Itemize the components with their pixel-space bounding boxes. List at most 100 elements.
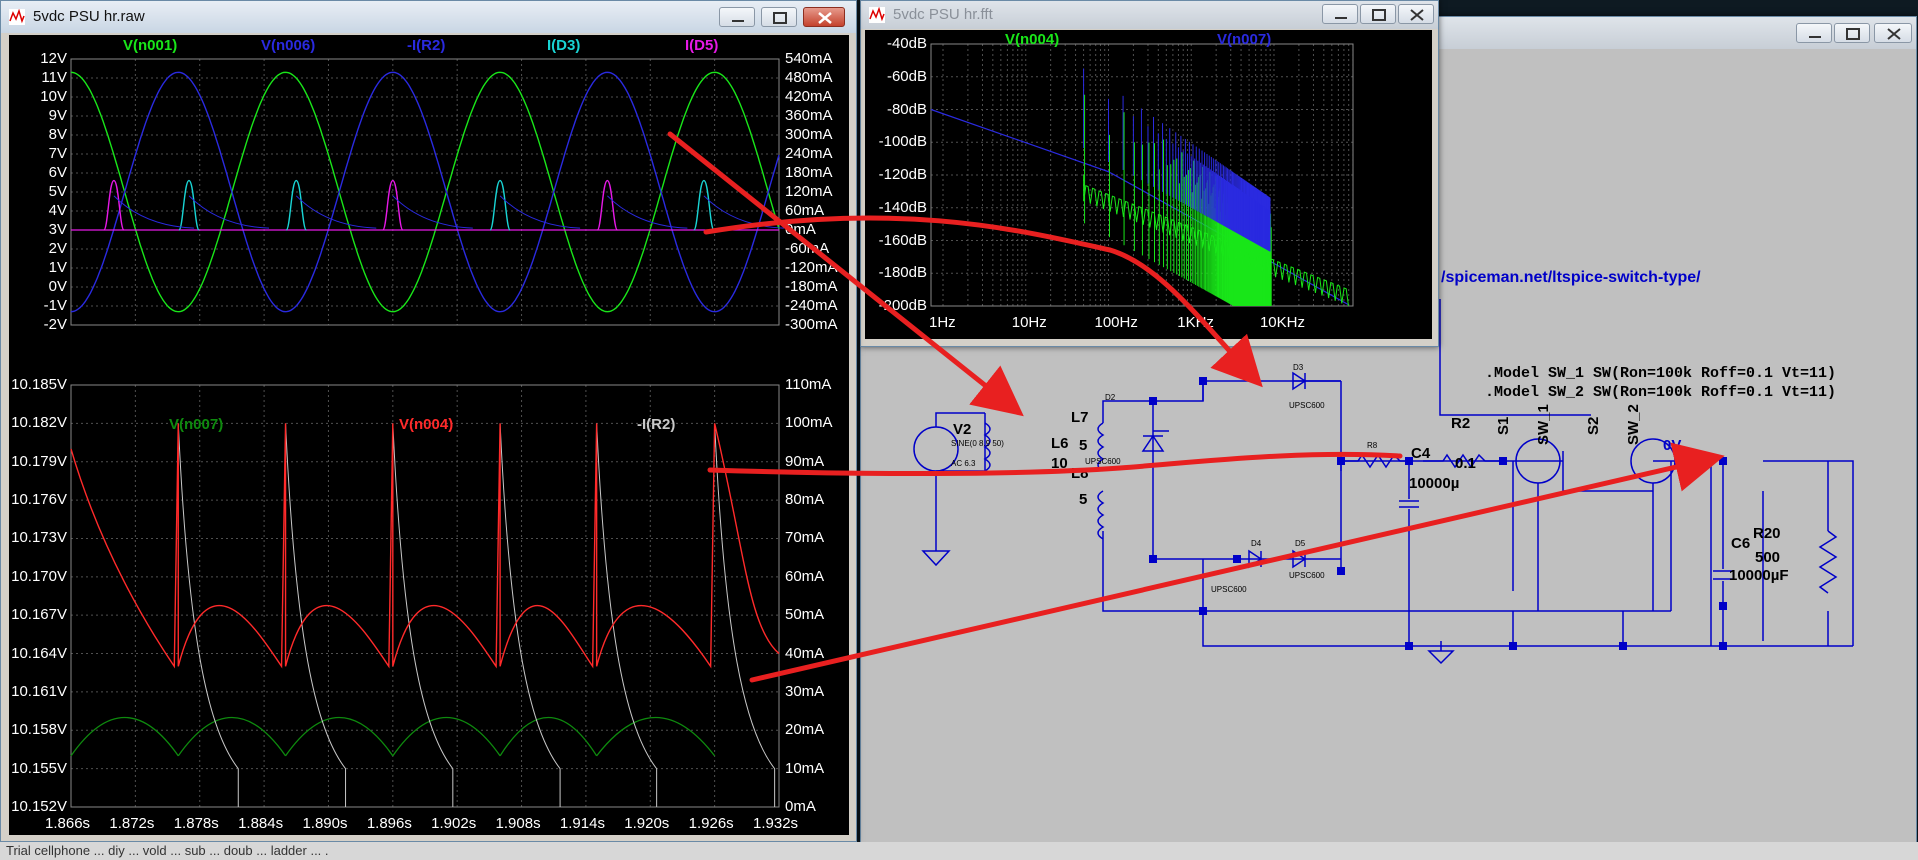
y2-tick-label: 80mA xyxy=(785,491,825,509)
fft-trace-label-v-n004[interactable]: V(n004) xyxy=(1005,31,1059,48)
label-s2: S2 xyxy=(1585,416,1602,435)
label-l8-val: 5 xyxy=(1079,491,1088,508)
x-tick-label: 1.914s xyxy=(559,815,605,832)
trace-label-i-d3[interactable]: I(D3) xyxy=(547,37,580,54)
close-button[interactable] xyxy=(803,7,845,27)
y2-tick-label: -180mA xyxy=(785,278,838,295)
minimize-button[interactable] xyxy=(1322,4,1358,24)
trace-label-i-d5[interactable]: I(D5) xyxy=(685,37,718,54)
trace-label-neg-i-r2[interactable]: -I(R2) xyxy=(637,416,675,433)
y2-tick-label: 70mA xyxy=(785,529,825,547)
label-v2-sine: SINE(0 8.9 50) xyxy=(951,439,1004,448)
maximize-button[interactable] xyxy=(1834,23,1870,43)
label-r2: R2 xyxy=(1451,415,1471,432)
y-tick-label: 11V xyxy=(41,69,67,86)
label-d3: D3 xyxy=(1293,363,1304,372)
minimize-button[interactable] xyxy=(1796,23,1832,43)
y2-tick-label: 10mA xyxy=(785,759,825,777)
fft-title-bar[interactable]: 5vdc PSU hr.fft xyxy=(861,1,1438,29)
pulse-i-d3 xyxy=(285,179,307,231)
x-tick-label: 1Hz xyxy=(929,314,956,331)
maximize-button[interactable] xyxy=(761,7,797,27)
label-l8: L8 xyxy=(1071,465,1089,482)
label-c4: C4 xyxy=(1411,445,1431,462)
label-d5-model: UPSC600 xyxy=(1289,571,1325,580)
trace-label-i-r2[interactable]: -I(R2) xyxy=(407,37,445,54)
waveform-chart xyxy=(70,58,784,808)
x-tick-label: 1.878s xyxy=(173,815,219,832)
model-sw1: .Model SW_1 SW(Ron=100k Roff=0.1 Vt=11) xyxy=(1485,365,1837,382)
x-tick-label: 1.896s xyxy=(366,815,412,832)
y-tick-label: 10.167V xyxy=(11,606,67,624)
trace-label-v-n006[interactable]: V(n006) xyxy=(261,37,315,54)
y2-tick-label: 300mA xyxy=(785,126,833,143)
y-tick-label: 3V xyxy=(48,221,67,238)
label-r2-val: 0.1 xyxy=(1455,455,1476,472)
waveform-plot-pane[interactable]: V(n001) V(n006) -I(R2) I(D3) I(D5) V(n00… xyxy=(9,35,849,835)
label-r20-val: 500 xyxy=(1755,549,1781,566)
y2-tick-label: -240mA xyxy=(785,297,838,314)
y-tick-label: 10V xyxy=(40,88,67,105)
label-l6-val: 10 xyxy=(1051,455,1068,472)
label-d3-model: UPSC600 xyxy=(1289,401,1325,410)
y-tick-label: -120dB xyxy=(878,166,927,183)
y-tick-label: -80dB xyxy=(886,100,927,118)
y2-tick-label: 20mA xyxy=(785,721,825,739)
y2-tick-label: 100mA xyxy=(785,414,833,432)
label-r20: R20 xyxy=(1753,525,1781,542)
pulse-i-d3 xyxy=(178,179,200,231)
x-tick-label: 1.902s xyxy=(431,815,477,832)
fft-plot-pane[interactable]: V(n004) V(n007) -40dB -60dB -80dB -100dB -12… xyxy=(865,30,1432,339)
x-tick-label: 10Hz xyxy=(1011,314,1047,331)
y-tick-label: 10.152V xyxy=(11,798,67,815)
y2-tick-label: 240mA xyxy=(785,145,833,162)
close-button[interactable] xyxy=(1398,4,1434,24)
y-tick-label: 10.155V xyxy=(11,759,67,777)
y-tick-label: 4V xyxy=(48,202,67,219)
minimize-button[interactable] xyxy=(719,7,755,27)
fft-spikes xyxy=(1083,68,1272,306)
pulse-i-d3 xyxy=(489,179,511,231)
label-c6: C6 xyxy=(1731,535,1751,552)
pulse-i-d5 xyxy=(596,179,619,231)
y-tick-label: 1V xyxy=(48,259,67,276)
y2-tick-label: 30mA xyxy=(785,682,825,700)
link-text[interactable]: /spiceman.net/ltspice-switch-type/ xyxy=(1441,269,1701,287)
y-tick-label: -40dB xyxy=(886,35,927,52)
y-tick-label: -160dB xyxy=(878,231,927,249)
label-node-0v: 0V xyxy=(1663,437,1682,454)
pulse-i-d3 xyxy=(693,179,715,231)
label-s1: S1 xyxy=(1495,416,1512,435)
fft-trace-label-v-n007[interactable]: V(n007) xyxy=(1217,31,1271,48)
label-d5: D5 xyxy=(1295,539,1306,548)
waveform-title-bar[interactable]: 5vdc PSU hr.raw xyxy=(1,1,856,33)
y-tick-label: -60dB xyxy=(886,67,927,85)
y2-tick-label: 50mA xyxy=(785,606,825,624)
trace-label-v-n001[interactable]: V(n001) xyxy=(123,37,177,54)
x-tick-label: 1.872s xyxy=(109,815,155,832)
waveform-icon xyxy=(9,9,25,25)
label-d2-model: UPSC600 xyxy=(1085,457,1121,466)
label-d2: D2 xyxy=(1105,393,1116,402)
y-tick-label: -140dB xyxy=(878,198,927,216)
x-tick-label: 1.890s xyxy=(302,815,348,832)
y-tick-label: 10.161V xyxy=(11,682,67,700)
taskbar-strip: Trial cellphone ... diy ... vold ... sub… xyxy=(0,842,1918,860)
y2-tick-label: 180mA xyxy=(785,164,833,181)
trace-label-v-n004[interactable]: V(n004) xyxy=(399,416,453,433)
y2-tick-label: -300mA xyxy=(785,316,838,333)
y-tick-label: 10.164V xyxy=(11,644,67,662)
label-sw1: SW_1 xyxy=(1535,404,1552,445)
fft-window[interactable]: 5vdc PSU hr.fft V(n004) V(n007) -40dB -60… xyxy=(860,0,1439,347)
y-tick-label: 10.158V xyxy=(11,721,67,739)
waveform-window[interactable]: 5vdc PSU hr.raw V(n001) V(n006) -I(R2) I… xyxy=(0,0,857,842)
maximize-button[interactable] xyxy=(1360,4,1396,24)
waveform-icon xyxy=(869,7,885,23)
y-tick-label: 2V xyxy=(48,240,67,257)
y-tick-label: -1V xyxy=(43,297,67,314)
y2-tick-label: -60mA xyxy=(785,240,830,257)
x-tick-label: 1.884s xyxy=(238,815,284,832)
close-button[interactable] xyxy=(1874,23,1912,43)
trace-label-v-n007[interactable]: V(n007) xyxy=(169,416,223,433)
series-v-n004 xyxy=(70,423,780,669)
